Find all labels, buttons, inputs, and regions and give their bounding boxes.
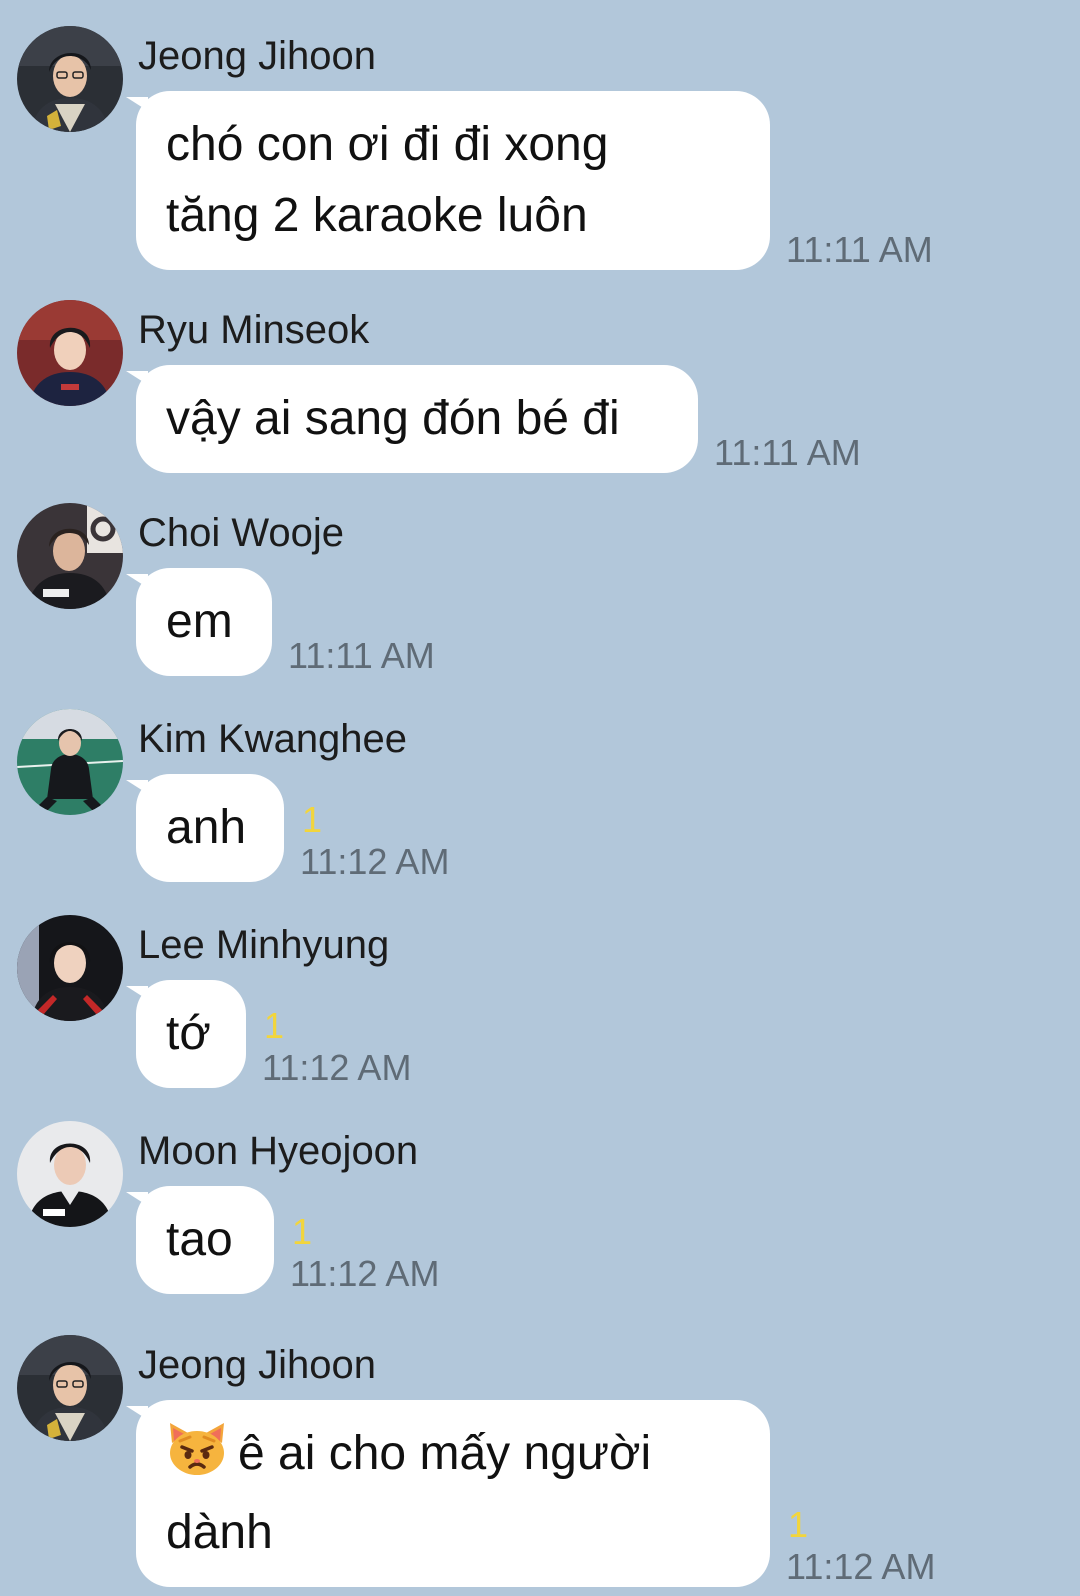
avatar[interactable] [17, 503, 123, 609]
message-row: ê ai cho mấy người dành 1 11:12 AM [126, 1400, 935, 1589]
message-row: chó con ơi đi đi xong tăng 2 karaoke luô… [126, 91, 933, 272]
sender-name: Kim Kwanghee [138, 717, 408, 761]
message-row: tớ 1 11:12 AM [126, 980, 411, 1090]
message-bubble[interactable]: em [126, 568, 272, 676]
message-meta: 1 11:12 AM [290, 1212, 439, 1296]
message-bubble[interactable]: tớ [126, 980, 246, 1088]
avatar[interactable] [17, 26, 123, 132]
chat-message-list[interactable]: Jeong Jihoon chó con ơi đi đi xong tăng … [0, 0, 1080, 1596]
message-text: vậy ai sang đón bé đi [166, 392, 620, 445]
unread-count: 1 [788, 1504, 809, 1545]
message-meta: 1 11:12 AM [300, 800, 449, 884]
message-row: anh 1 11:12 AM [126, 774, 449, 884]
message-bubble[interactable]: ê ai cho mấy người dành [126, 1400, 770, 1587]
message-meta: 1 11:12 AM [786, 1505, 935, 1589]
message-text: tao [166, 1213, 233, 1266]
message-time: 11:12 AM [290, 1253, 440, 1294]
message-bubble[interactable]: vậy ai sang đón bé đi [126, 365, 698, 473]
message-bubble[interactable]: anh [126, 774, 284, 882]
unread-count: 1 [302, 799, 323, 840]
sender-name: Jeong Jihoon [138, 1343, 376, 1387]
message-bubble[interactable]: tao [126, 1186, 274, 1294]
bubble-tail [126, 574, 148, 588]
message-row: em 11:11 AM [126, 568, 435, 678]
sender-name: Choi Wooje [138, 511, 345, 555]
message-row: tao 1 11:12 AM [126, 1186, 439, 1296]
message-meta: 11:11 AM [714, 431, 861, 475]
jeong-jihoon-avatar [17, 1335, 123, 1441]
message-time: 11:11 AM [714, 432, 861, 473]
jeong-jihoon-avatar [17, 26, 123, 132]
choi-wooje-avatar [17, 503, 123, 609]
message-time: 11:12 AM [262, 1047, 412, 1088]
message-meta: 11:11 AM [786, 228, 933, 272]
lee-minhyung-avatar [17, 915, 123, 1021]
unread-count: 1 [292, 1211, 313, 1252]
message-text-content: ê ai cho mấy người dành [166, 1427, 652, 1559]
kim-kwanghee-avatar [17, 709, 123, 815]
sender-name: Moon Hyeojoon [138, 1129, 419, 1173]
message-text: ê ai cho mấy người dành [166, 1418, 740, 1568]
sender-name: Jeong Jihoon [138, 34, 376, 78]
message-meta: 11:11 AM [288, 634, 435, 678]
unread-count: 1 [264, 1005, 285, 1046]
pouting-cat-emoji [166, 1421, 228, 1497]
sender-name: Ryu Minseok [138, 308, 370, 352]
message-bubble[interactable]: chó con ơi đi đi xong tăng 2 karaoke luô… [126, 91, 770, 270]
avatar[interactable] [17, 915, 123, 1021]
message-time: 11:11 AM [288, 635, 435, 676]
moon-hyeojoon-avatar [17, 1121, 123, 1227]
bubble-tail [126, 986, 148, 1000]
message-text: tớ [166, 1007, 211, 1060]
message-text: em [166, 595, 233, 648]
message-text: anh [166, 801, 247, 854]
avatar[interactable] [17, 1121, 123, 1227]
message-time: 11:11 AM [786, 229, 933, 270]
message-time: 11:12 AM [786, 1546, 936, 1587]
bubble-tail [126, 1192, 148, 1206]
bubble-tail [126, 371, 148, 385]
message-row: vậy ai sang đón bé đi 11:11 AM [126, 365, 861, 475]
avatar[interactable] [17, 300, 123, 406]
bubble-tail [126, 1406, 148, 1420]
sender-name: Lee Minhyung [138, 923, 390, 967]
message-meta: 1 11:12 AM [262, 1006, 411, 1090]
avatar[interactable] [17, 709, 123, 815]
bubble-tail [126, 97, 148, 111]
avatar[interactable] [17, 1335, 123, 1441]
message-text: chó con ơi đi đi xong tăng 2 karaoke luô… [166, 118, 609, 242]
ryu-minseok-avatar [17, 300, 123, 406]
message-time: 11:12 AM [300, 841, 450, 882]
bubble-tail [126, 780, 148, 794]
